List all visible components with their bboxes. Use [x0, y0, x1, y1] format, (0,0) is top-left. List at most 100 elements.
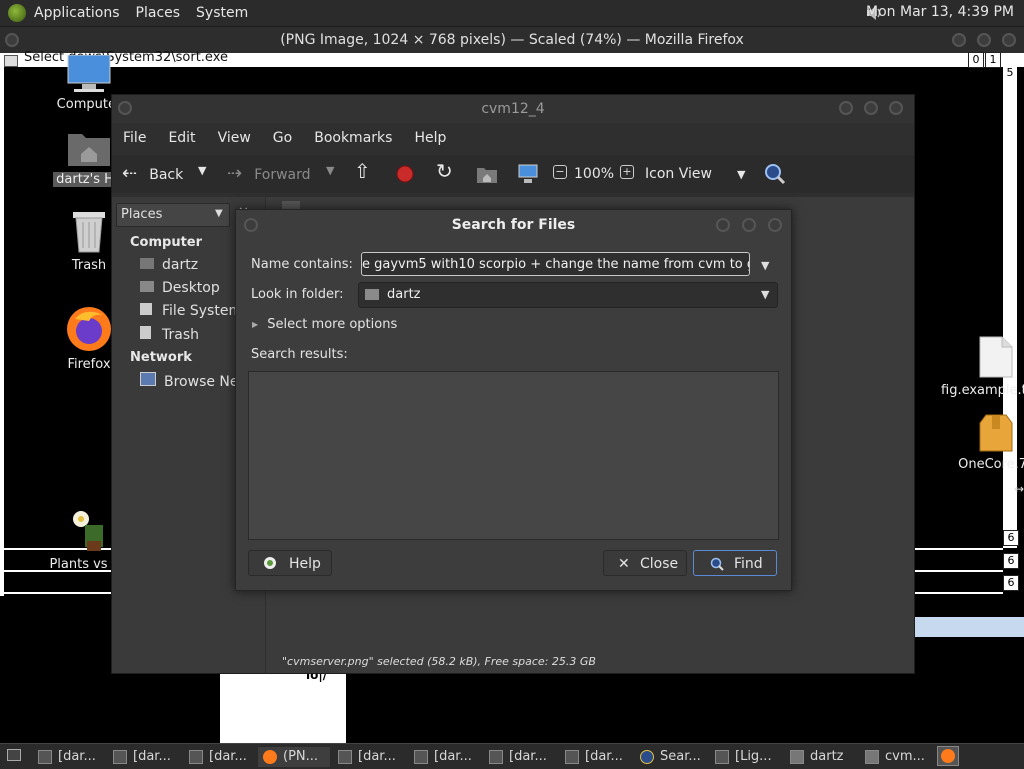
dialog-menu-button[interactable]	[244, 218, 258, 232]
look-in-folder-value: dartz	[387, 287, 421, 302]
sidebar-item-trash[interactable]: Trash	[140, 326, 199, 343]
dialog-maximize-button[interactable]	[742, 218, 756, 232]
find-search-icon	[710, 557, 724, 571]
sidebar-item-file-system[interactable]: File System	[140, 303, 242, 319]
taskbar-item-label: Sear...	[660, 749, 701, 764]
menu-view[interactable]: View	[218, 130, 251, 146]
show-desktop-icon[interactable]	[7, 749, 21, 761]
taskbar-item[interactable]: [dar...	[338, 747, 396, 767]
fm-maximize-button[interactable]	[864, 101, 878, 115]
firefox-launcher-icon[interactable]	[937, 746, 959, 766]
taskbar-item[interactable]: [dar...	[414, 747, 472, 767]
back-history-dropdown-icon[interactable]: ▼	[198, 164, 206, 177]
chevron-down-icon: ▼	[215, 208, 223, 219]
fm-close-button[interactable]	[889, 101, 903, 115]
name-history-dropdown-icon[interactable]: ▼	[761, 259, 769, 272]
taskbar-item[interactable]: dartz	[790, 747, 843, 767]
close-button[interactable]: ✕ Close	[603, 550, 687, 576]
forward-label: Forward	[254, 167, 311, 183]
sidebar-item-label: Desktop	[162, 280, 220, 296]
find-button[interactable]: Find	[693, 550, 777, 576]
search-icon[interactable]	[764, 163, 786, 185]
stop-icon[interactable]	[395, 164, 415, 184]
menu-applications[interactable]: Applications	[34, 5, 120, 21]
zoom-out-icon[interactable]: −	[553, 165, 567, 179]
taskbar-item-label: [Lig...	[735, 749, 772, 764]
taskbar-item[interactable]: [dar...	[189, 747, 247, 767]
file-item[interactable]: OneCore.7z	[936, 413, 1024, 472]
forward-history-dropdown-icon[interactable]: ▼	[326, 164, 334, 177]
window-icon	[189, 749, 203, 764]
taskbar-item[interactable]: Sear...	[640, 747, 701, 767]
search-results-list[interactable]	[248, 371, 779, 540]
close-button-label: Close	[640, 556, 679, 572]
fm-window-menu-button[interactable]	[118, 101, 132, 115]
name-contains-input[interactable]: e gayvm5 with10 scorpio + change the nam…	[361, 252, 750, 276]
up-icon[interactable]: ⇧	[354, 159, 371, 183]
menu-bookmarks[interactable]: Bookmarks	[314, 130, 392, 146]
look-in-folder-select[interactable]: dartz ▼	[358, 282, 778, 308]
sidebar-selector[interactable]: Places ▼	[116, 203, 230, 227]
home-icon[interactable]	[476, 164, 498, 184]
help-button[interactable]: Help	[248, 550, 332, 576]
taskbar-item[interactable]: [dar...	[489, 747, 547, 767]
taskbar-item[interactable]: [dar...	[113, 747, 171, 767]
home-folder-icon	[365, 289, 379, 300]
menu-file[interactable]: File	[123, 130, 146, 146]
window-icon	[489, 749, 503, 764]
back-button[interactable]: ⇠ Back	[122, 163, 183, 184]
sidebar-item-desktop[interactable]: Desktop	[140, 280, 220, 296]
menu-go[interactable]: Go	[273, 130, 292, 146]
taskbar-item[interactable]: cvm...	[865, 747, 925, 767]
file-item[interactable]: fig.example.toml	[936, 335, 1024, 398]
window-icon	[414, 749, 428, 764]
dialog-minimize-button[interactable]	[716, 218, 730, 232]
firefox-minimize-button[interactable]	[952, 33, 966, 47]
status-text: "cvmserver.png" selected (58.2 kB), Free…	[282, 655, 596, 668]
plants-vs-zombies-icon	[73, 511, 103, 551]
search-dialog: Search for Files Name contains: e gayvm5…	[235, 209, 792, 591]
computer-icon[interactable]	[517, 163, 539, 185]
menu-help[interactable]: Help	[414, 130, 446, 146]
zoom-level: 100%	[574, 166, 615, 182]
underlying-right-panel	[1003, 66, 1017, 548]
underlying-white-panel	[220, 673, 346, 743]
taskbar-item[interactable]: [Lig...	[715, 747, 772, 767]
more-options-expander[interactable]: ▶ Select more options	[252, 317, 397, 332]
sidebar-item-dartz[interactable]: dartz	[140, 257, 198, 273]
taskbar-item[interactable]: [dar...	[565, 747, 623, 767]
zoom-in-icon[interactable]: +	[620, 165, 634, 179]
dialog-title: Search for Files	[451, 217, 576, 233]
firefox-icon	[67, 307, 111, 351]
underlying-selection-bar	[913, 617, 1024, 637]
counter-box: 6	[1003, 530, 1019, 546]
sidebar-item-label: Trash	[162, 327, 199, 343]
firefox-icon	[263, 749, 277, 764]
taskbar-item-active[interactable]: (PN...	[258, 747, 330, 767]
menu-edit[interactable]: Edit	[168, 130, 195, 146]
window-icon	[38, 749, 52, 764]
trash-icon	[73, 212, 105, 253]
clock[interactable]: Mon Mar 13, 4:39 PM	[866, 4, 1014, 20]
firefox-close-button[interactable]	[1002, 33, 1016, 47]
divider	[913, 548, 1003, 550]
view-mode-select[interactable]: Icon View ▼	[645, 166, 755, 182]
menu-system[interactable]: System	[196, 5, 248, 21]
help-icon	[264, 557, 276, 569]
menu-places[interactable]: Places	[136, 5, 181, 21]
fm-toolbar: ⇠ Back ▼ ⇢ Forward ▼ ⇧ ↻ − 100% + Icon V…	[112, 155, 914, 193]
distro-logo-icon[interactable]	[8, 4, 26, 22]
firefox-maximize-button[interactable]	[977, 33, 991, 47]
counter-box: 1	[985, 52, 1001, 68]
taskbar-item[interactable]: [dar...	[38, 747, 96, 767]
taskbar-item-label: cvm...	[885, 749, 925, 764]
counter-text: 5	[1006, 66, 1014, 79]
taskbar-item-label: [dar...	[434, 749, 472, 764]
forward-button[interactable]: ⇢ Forward	[227, 163, 311, 184]
name-contains-label: Name contains:	[251, 257, 353, 272]
dialog-close-button[interactable]	[768, 218, 782, 232]
taskbar-item-label: [dar...	[585, 749, 623, 764]
fm-minimize-button[interactable]	[839, 101, 853, 115]
sidebar-item-browse-network[interactable]: Browse Net.	[140, 372, 248, 390]
reload-icon[interactable]: ↻	[436, 159, 453, 183]
